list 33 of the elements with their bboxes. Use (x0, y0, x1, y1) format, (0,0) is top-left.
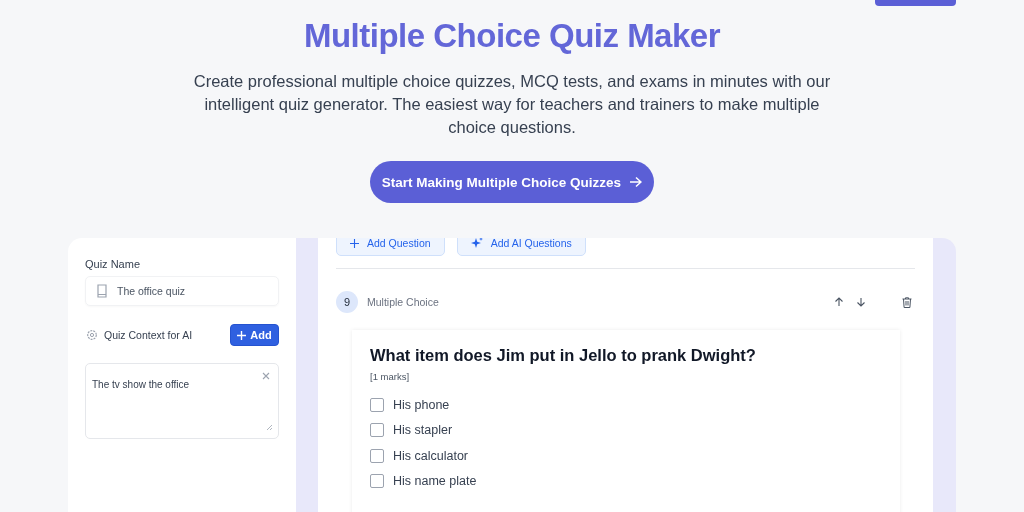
page-subtitle: Create professional multiple choice quizzes, MCQ tests, and exams in minutes with our intelligent quiz generator. The easiest way for teachers and trainers to make multiple choice questions. (192, 71, 832, 138)
option-label: His name plate (393, 474, 477, 489)
add-ai-questions-button[interactable]: Add AI Questions (456, 238, 586, 256)
add-question-button[interactable]: Add Question (336, 238, 445, 256)
checkbox[interactable] (370, 397, 384, 412)
plus-icon (350, 238, 359, 248)
move-up-icon[interactable] (834, 297, 844, 307)
plus-icon (237, 330, 247, 340)
question-text: What item does Jim put in Jello to prank Dwight? (370, 346, 757, 365)
marks-label: [1 marks] (370, 371, 411, 382)
page-title: Multiple Choice Quiz Maker (303, 17, 721, 55)
field-label: Quiz Name (85, 258, 142, 270)
book-icon (96, 284, 108, 298)
question-type: Multiple Choice (367, 296, 439, 308)
close-icon[interactable] (262, 372, 270, 380)
add-button[interactable]: Add (230, 324, 279, 346)
option-label: His stapler (393, 423, 453, 438)
context-label: Quiz Context for AI (104, 329, 193, 341)
sparkle-icon (470, 238, 483, 249)
settings-icon (86, 329, 98, 341)
quiz-name-field[interactable]: The office quiz (85, 276, 279, 306)
checkbox[interactable] (370, 423, 384, 438)
start-button[interactable]: Start Making Multiple Choice Quizzes (370, 161, 654, 203)
checkbox[interactable] (370, 474, 384, 489)
trash-icon[interactable] (902, 296, 912, 308)
question-number: 9 (336, 291, 358, 313)
context-textarea[interactable]: The tv show the office (85, 363, 279, 439)
option-label: His calculator (393, 448, 469, 463)
option-label: His phone (393, 397, 450, 412)
move-down-icon[interactable] (856, 297, 866, 307)
resize-handle-icon[interactable] (266, 424, 272, 430)
arrow-right-icon (629, 176, 643, 188)
checkbox[interactable] (370, 448, 384, 463)
